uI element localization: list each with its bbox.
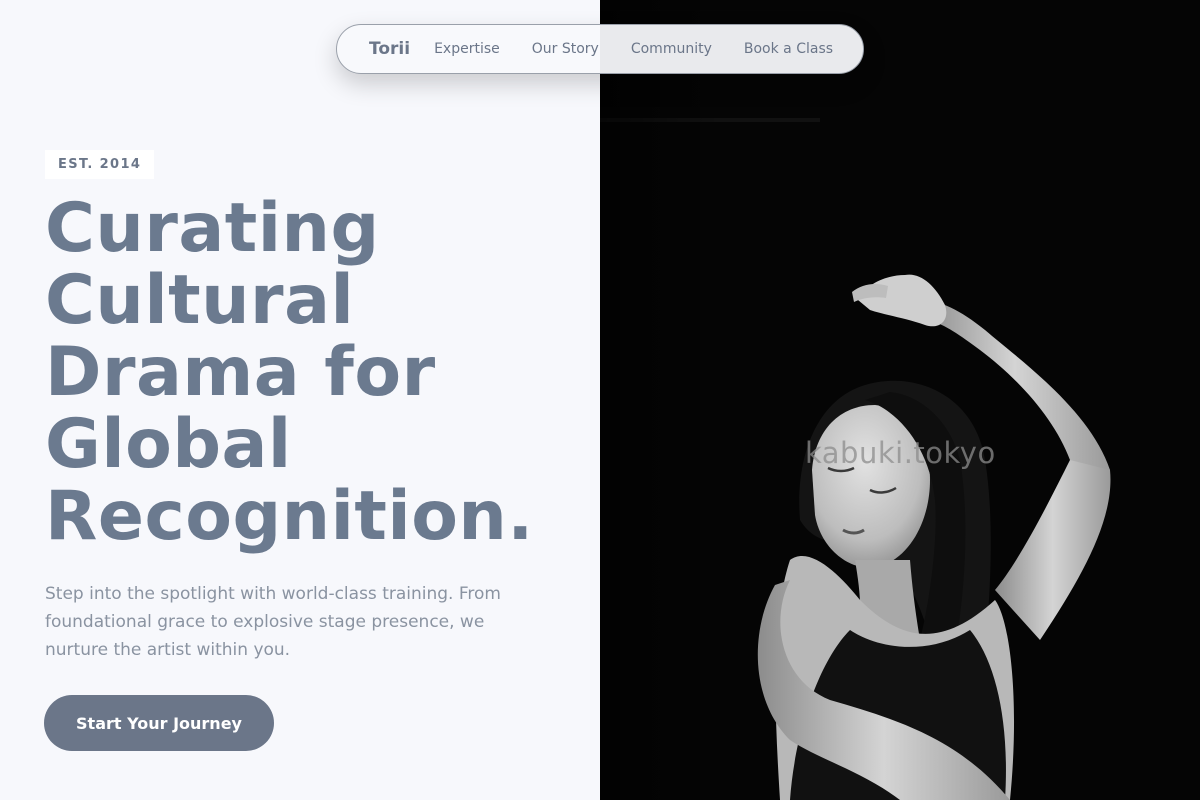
nav-link-our-story[interactable]: Our Story xyxy=(532,41,599,57)
nav-link-book-a-class[interactable]: Book a Class xyxy=(744,41,833,57)
nav-link-community[interactable]: Community xyxy=(631,41,712,57)
brand-logo[interactable]: Torii xyxy=(369,39,410,59)
hero-subtext: Step into the spotlight with world-class… xyxy=(45,584,501,660)
start-journey-button[interactable]: Start Your Journey xyxy=(44,695,274,751)
headline-line: Global xyxy=(45,405,292,484)
top-navigation: Torii Expertise Our Story Community Book… xyxy=(336,24,864,74)
headline-line: Recognition. xyxy=(45,477,534,556)
nav-link-expertise[interactable]: Expertise xyxy=(434,41,500,57)
photo-watermark: kabuki.tokyo xyxy=(805,436,996,470)
headline-line: Curating xyxy=(45,189,380,268)
established-badge: EST. 2014 xyxy=(45,150,155,179)
headline-line: Cultural xyxy=(45,261,355,340)
headline-line: Drama for xyxy=(45,333,436,412)
hero-headline: Curating Cultural Drama for Global Recog… xyxy=(45,193,600,553)
dancer-illustration xyxy=(600,0,1200,800)
hero-photo xyxy=(600,0,1200,800)
